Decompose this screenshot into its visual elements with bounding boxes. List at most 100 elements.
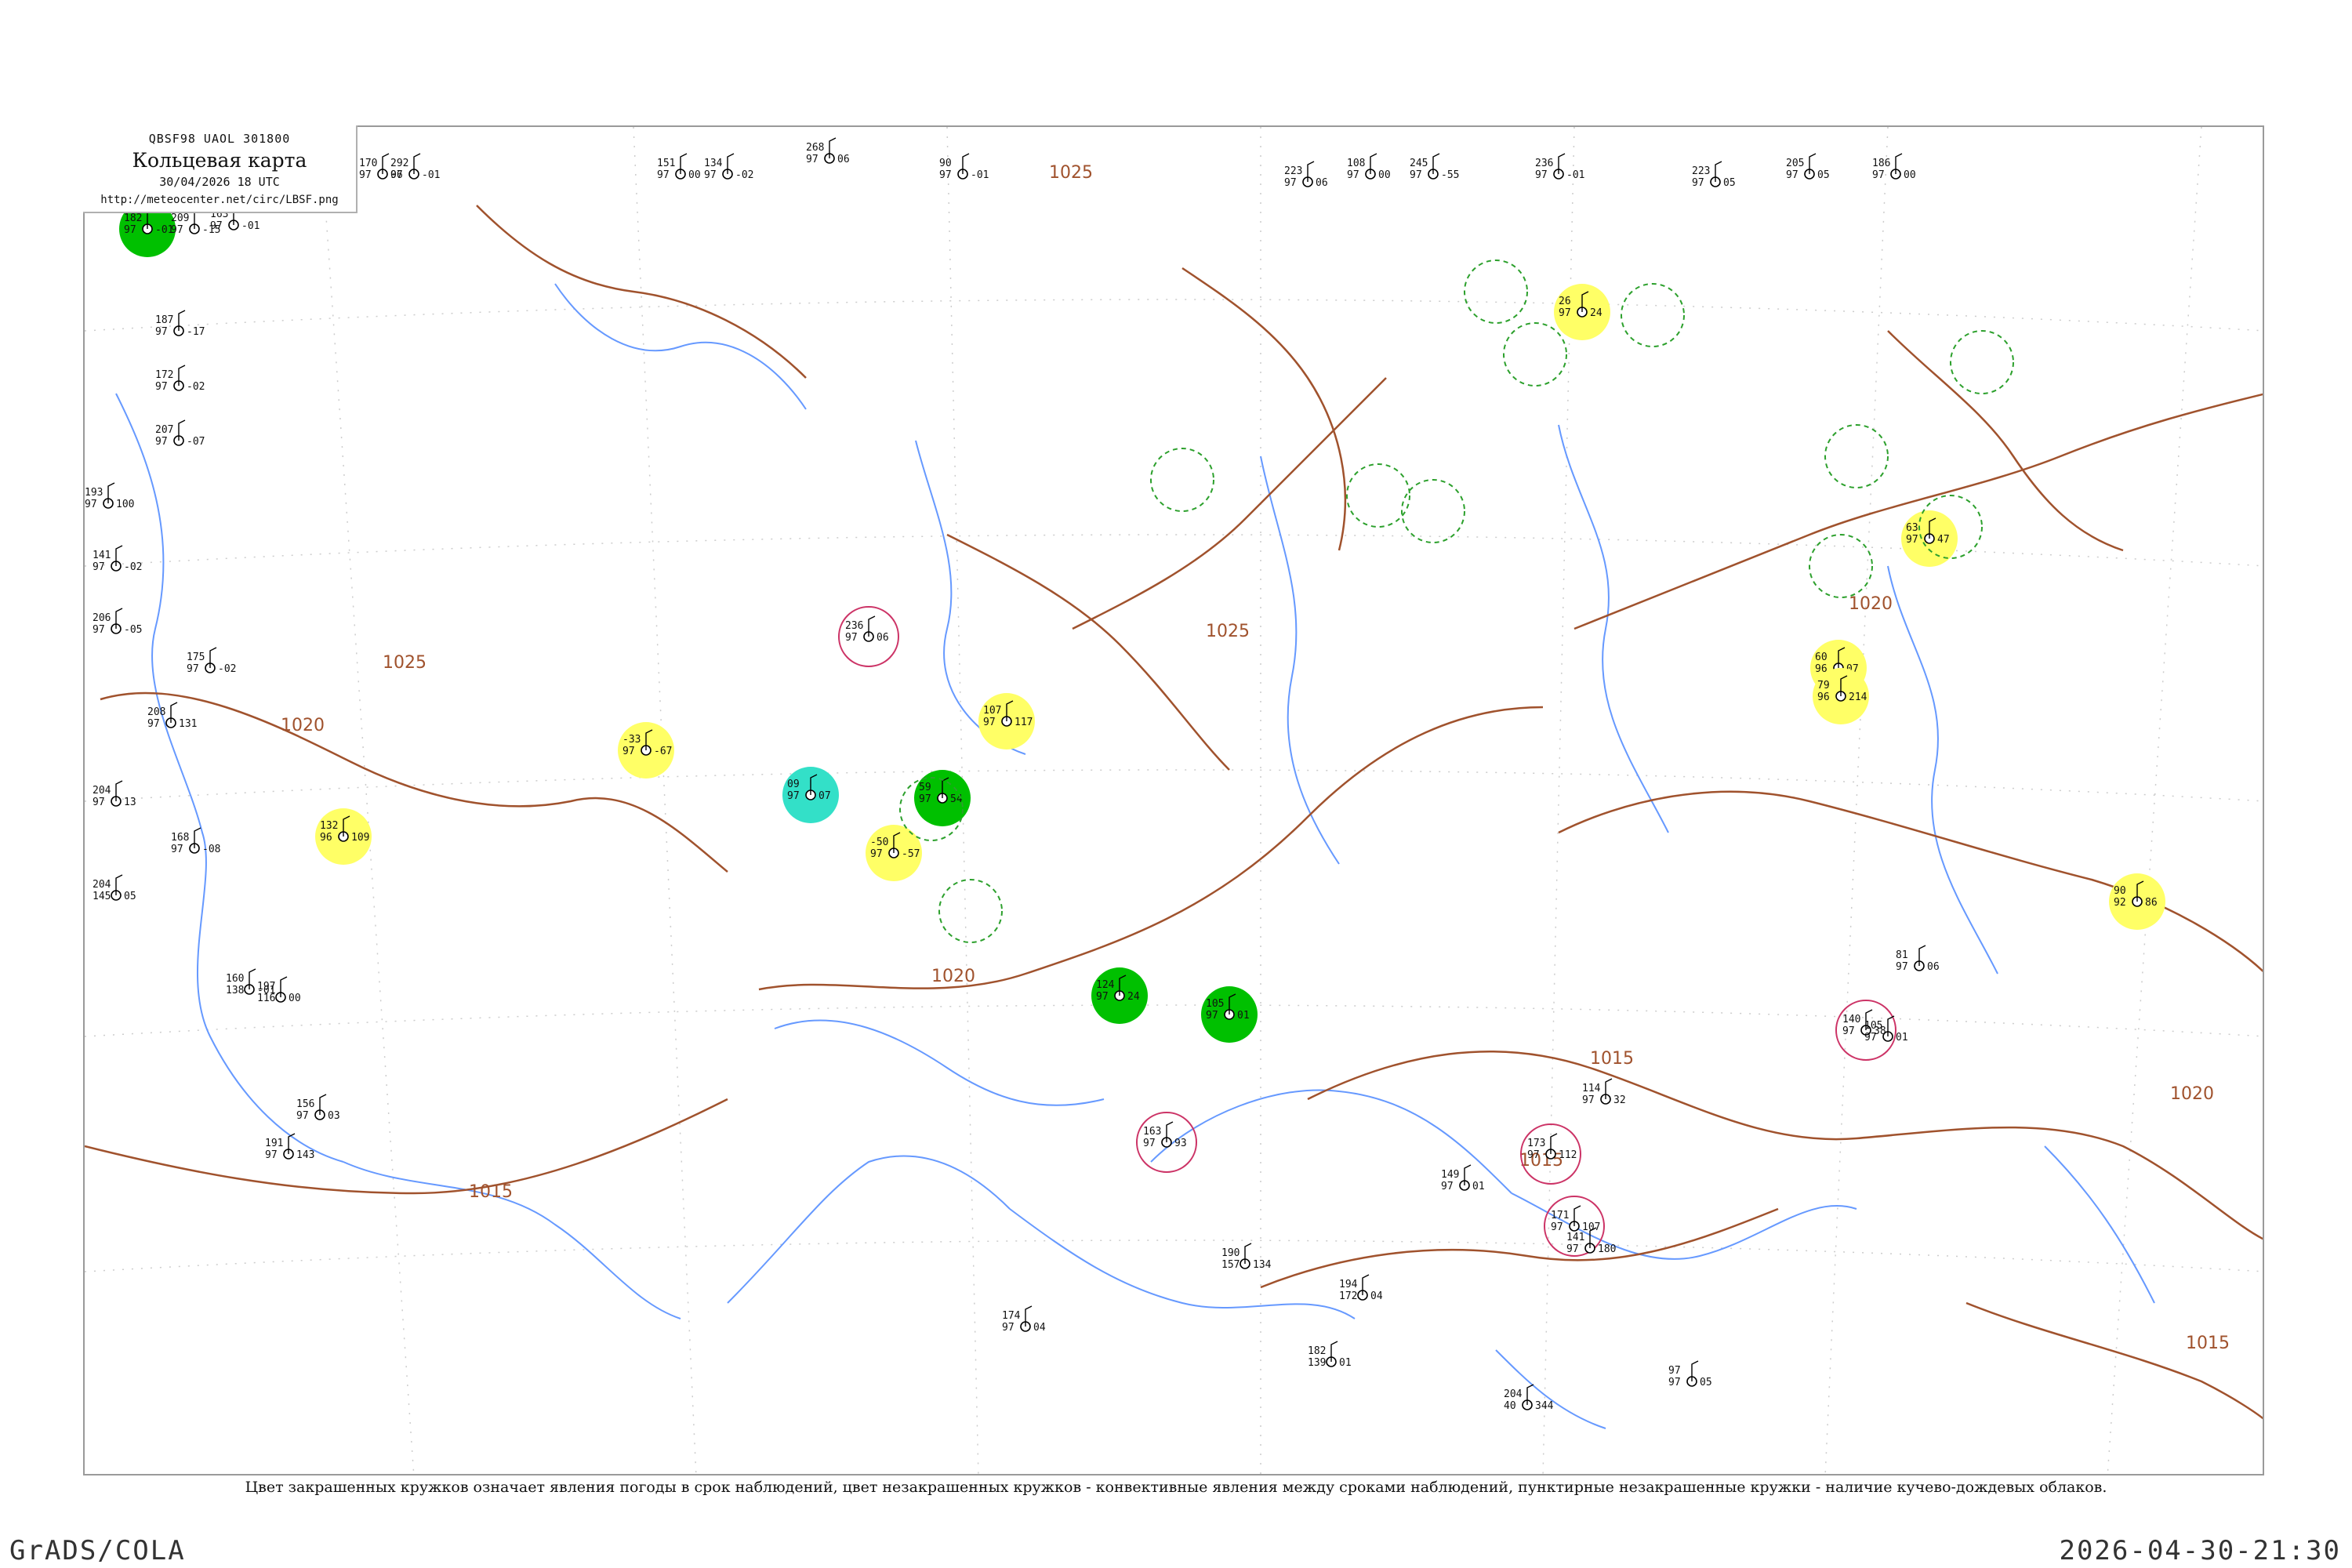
station-tendency: 180 [1598, 1243, 1616, 1255]
station-temperature: 186 [1872, 158, 1890, 169]
station-pressure: 97 [1527, 1149, 1540, 1161]
station-temperature: 63 [1906, 522, 1918, 534]
station-temperature: 197 [257, 981, 275, 993]
isobar-label: 1025 [383, 653, 426, 673]
station-tendency: 05 [1723, 177, 1736, 189]
station-temperature: 09 [787, 779, 800, 790]
station-plot: 22397 06 [1284, 161, 1328, 189]
station-temperature: 206 [93, 612, 111, 624]
station-plot: 9092 86 [2109, 873, 2165, 930]
station-temperature: 149 [1441, 1169, 1459, 1181]
station-tendency: 214 [1849, 691, 1867, 703]
station-plot: 22397 05 [1692, 161, 1736, 189]
station-plot: 18697 00 [1872, 153, 1916, 181]
station-plot: 23697 06 [838, 606, 899, 667]
station-temperature: 141 [1566, 1232, 1584, 1243]
station-tendency: 06 [877, 632, 889, 644]
station-pressure: 97 [1347, 169, 1359, 181]
station-tendency: 01 [1339, 1357, 1352, 1369]
station-pressure: 97 [983, 717, 996, 728]
station-pressure: 97 [210, 220, 223, 232]
station-temperature: 204 [93, 879, 111, 891]
station-plot: 15197 00 [657, 153, 701, 181]
station-plot: 17297 -02 [155, 365, 205, 393]
station-plot: 204145 05 [93, 874, 136, 902]
cumulonimbus-ring [938, 879, 1003, 943]
map-info-box: QBSF98 UAOL 301800 Кольцевая карта 30/04… [83, 125, 358, 213]
map-title: Кольцевая карта [132, 149, 307, 172]
station-plot: 8197 06 [1896, 945, 1940, 973]
station-temperature: 223 [1284, 165, 1302, 177]
map-caption: Цвет закрашенных кружков означает явлени… [245, 1479, 2107, 1496]
station-temperature: 292 [390, 158, 408, 169]
station-temperature: 107 [983, 705, 1001, 717]
station-tendency: 107 [1582, 1221, 1600, 1233]
station-tendency: 143 [296, 1149, 314, 1161]
station-temperature: 81 [1896, 949, 1908, 961]
station-tendency: 54 [950, 793, 963, 805]
station-plot: 9797 05 [1668, 1360, 1712, 1388]
station-temperature: 59 [919, 782, 931, 793]
station-temperature: 108 [1347, 158, 1365, 169]
station-plot: 10797 117 [978, 693, 1035, 750]
station-tendency: 00 [289, 993, 301, 1004]
station-pressure: 97 [147, 718, 160, 730]
isobars [85, 205, 2263, 1420]
station-pressure: 97 [155, 381, 168, 393]
map-frame: 1025 1025 1020 1015 1015 1020 1015 1020 … [83, 125, 2264, 1475]
station-tendency: -57 [902, 848, 920, 860]
cumulonimbus-ring [1809, 534, 1873, 598]
station-tendency: 112 [1559, 1149, 1577, 1161]
station-tendency: 00 [1904, 169, 1916, 181]
station-tendency: 04 [1370, 1290, 1383, 1302]
station-tendency: 47 [1937, 534, 1950, 546]
station-plot: 20697 -05 [93, 608, 142, 636]
footer-software-label: GrADS/COLA [9, 1535, 186, 1566]
station-tendency: 06 [1927, 961, 1940, 973]
station-temperature: 193 [85, 487, 103, 499]
station-pressure: 97 [1864, 1032, 1877, 1044]
station-temperature: 163 [1143, 1126, 1161, 1138]
station-tendency: 109 [351, 832, 369, 844]
cumulonimbus-ring [1950, 330, 2014, 394]
station-pressure: 138 [226, 985, 244, 996]
station-plot: 197116 00 [257, 976, 301, 1004]
coastlines [115, 283, 2155, 1429]
isobar-label: 1015 [1519, 1151, 1563, 1171]
station-pressure: 97 [265, 1149, 278, 1161]
station-temperature: 132 [320, 820, 338, 832]
station-pressure: 97 [1872, 169, 1885, 181]
station-temperature: 223 [1692, 165, 1710, 177]
station-pressure: 97 [1441, 1181, 1454, 1192]
station-plot: 16897 -08 [171, 827, 220, 855]
station-pressure: 97 [704, 169, 717, 181]
station-plot: 12497 24 [1091, 967, 1148, 1024]
source-url[interactable]: http://meteocenter.net/circ/LBSF.png [83, 194, 356, 206]
synoptic-map: 1025 1025 1020 1015 1015 1020 1015 1020 … [85, 127, 2263, 1474]
station-tendency: -02 [218, 663, 236, 675]
station-pressure: 157 [1221, 1259, 1240, 1271]
station-plot: 9097 -01 [939, 153, 989, 181]
station-plot: 10597 01 [1201, 986, 1258, 1043]
station-pressure: 97 [657, 169, 670, 181]
station-plot: 13497 -02 [704, 153, 753, 181]
station-tendency: -01 [241, 220, 260, 232]
station-tendency: 01 [1237, 1010, 1250, 1022]
station-pressure: 92 [2114, 897, 2126, 909]
station-temperature: 174 [1002, 1310, 1021, 1322]
station-pressure: 97 [1906, 534, 1918, 546]
station-temperature: 124 [1096, 979, 1115, 991]
station-temperature: 204 [93, 785, 111, 797]
station-temperature: 141 [93, 550, 111, 561]
station-plots: 18297 -0120997 -1516397 -0117097 0629297 -011… [85, 137, 2165, 1412]
station-plot: 20797 -07 [155, 419, 205, 448]
station-tendency: 05 [1700, 1377, 1712, 1388]
station-tendency: -67 [654, 746, 672, 757]
station-tendency: 100 [116, 499, 134, 510]
station-plot: 24597 -55 [1410, 153, 1459, 181]
station-pressure: 172 [1339, 1290, 1357, 1302]
station-temperature: 194 [1339, 1279, 1358, 1290]
station-plot: -3397 -67 [618, 722, 674, 779]
station-temperature: 268 [806, 142, 824, 154]
station-plot: 15697 03 [296, 1094, 340, 1122]
